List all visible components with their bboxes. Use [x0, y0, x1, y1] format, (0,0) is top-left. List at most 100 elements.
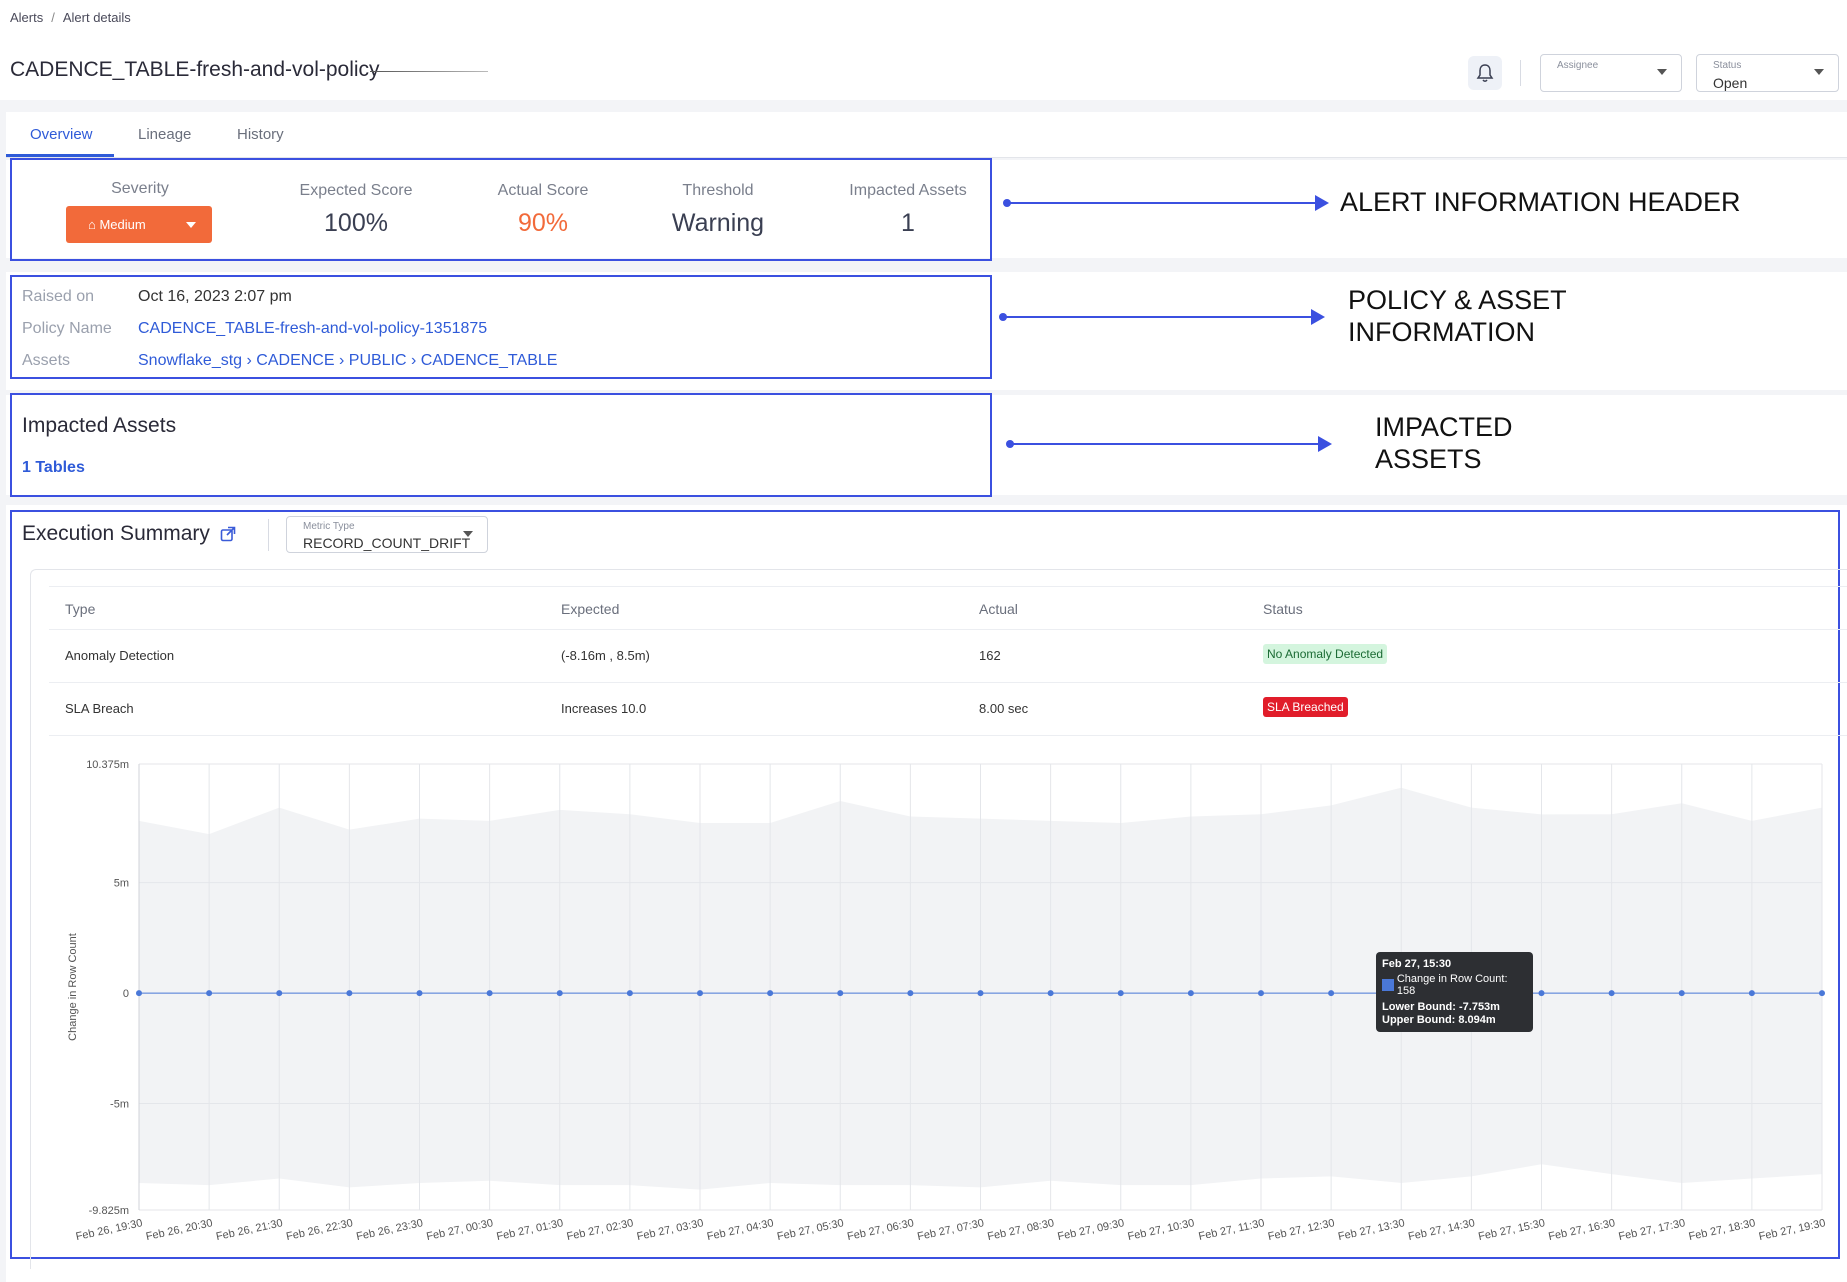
asset-link-table[interactable]: CADENCE_TABLE — [421, 352, 558, 369]
annotation-arrow-impacted — [1006, 436, 1332, 452]
table-row: SLA Breach Increases 10.0 8.00 sec SLA B… — [49, 683, 1847, 736]
x-tick-label: Feb 27, 05:30 — [776, 1217, 845, 1243]
data-point — [136, 990, 142, 997]
asset-path-separator: › — [411, 352, 417, 369]
tooltip-series-value: Change in Row Count: 158 — [1396, 973, 1508, 997]
external-link-icon[interactable] — [220, 526, 236, 547]
tab-lineage[interactable]: Lineage — [138, 126, 191, 143]
highlight-impacted-assets — [10, 393, 992, 497]
policy-name-label: Policy Name — [22, 320, 112, 337]
x-tick-label: Feb 27, 01:30 — [495, 1217, 564, 1243]
severity-dropdown[interactable]: ⌂ Medium — [66, 206, 212, 243]
row-expected: Increases 10.0 — [561, 701, 647, 716]
execution-summary-title: Execution Summary — [22, 522, 210, 545]
x-tick-label: Feb 27, 00:30 — [425, 1217, 494, 1243]
tooltip-lower-bound: Lower Bound: -7.753m — [1382, 1001, 1500, 1013]
data-point — [206, 990, 213, 997]
data-point — [1187, 990, 1194, 997]
data-point — [556, 990, 563, 997]
status-badge: SLA Breached — [1263, 697, 1348, 717]
x-tick-label: Feb 27, 07:30 — [916, 1217, 985, 1243]
x-tick-label: Feb 27, 08:30 — [986, 1217, 1055, 1243]
x-tick-label: Feb 27, 06:30 — [846, 1217, 915, 1243]
assignee-select[interactable]: Assignee — [1540, 54, 1682, 92]
table-row: Anomaly Detection (-8.16m , 8.5m) 162 No… — [49, 630, 1847, 683]
annotation-policy-line1: POLICY & ASSET — [1348, 285, 1567, 315]
tab-history[interactable]: History — [237, 126, 284, 143]
data-point — [486, 990, 493, 997]
data-point — [1538, 990, 1545, 997]
breadcrumb-alerts-link[interactable]: Alerts — [10, 10, 43, 25]
table-header-row: Type Expected Actual Status — [49, 586, 1847, 630]
metric-type-label: Metric Type — [303, 521, 355, 532]
impacted-assets-title: Impacted Assets — [22, 414, 177, 437]
metric-type-value: RECORD_COUNT_DRIFT — [303, 535, 471, 551]
tooltip-upper-bound: Upper Bound: 8.094m — [1382, 1014, 1496, 1026]
chart-tooltip: Feb 27, 15:30 Change in Row Count: 158 L… — [1376, 952, 1533, 1032]
y-tick-label: 5m — [114, 878, 129, 890]
y-tick-label: -5m — [110, 1098, 129, 1110]
data-point — [837, 990, 844, 997]
assets-label: Assets — [22, 352, 71, 369]
row-type: Anomaly Detection — [65, 648, 175, 663]
x-tick-label: Feb 27, 13:30 — [1337, 1217, 1406, 1243]
x-tick-label: Feb 26, 23:30 — [355, 1217, 424, 1243]
data-point — [1608, 990, 1615, 997]
row-actual: 8.00 sec — [979, 701, 1029, 716]
title-decoration-line — [370, 71, 488, 72]
metric-type-select[interactable]: Metric Type RECORD_COUNT_DRIFT — [286, 516, 488, 553]
x-tick-label: Feb 27, 17:30 — [1617, 1217, 1686, 1243]
impacted-assets-label: Impacted Assets — [849, 182, 967, 199]
tab-bar: Overview Lineage History — [6, 112, 1847, 158]
actual-score-value: 90% — [517, 209, 569, 237]
annotation-arrow-policy — [999, 309, 1325, 325]
active-tab-indicator — [6, 154, 114, 157]
annotation-policy-line2: INFORMATION — [1348, 317, 1535, 347]
annotation-impacted-line1: IMPACTED — [1375, 412, 1513, 442]
row-count-chart: 10.375m5m0-5m-9.825mFeb 26, 19:30 Feb 26,… — [67, 759, 1827, 1243]
x-tick-label: Feb 27, 02:30 — [566, 1217, 635, 1243]
column-header-status: Status — [1263, 601, 1303, 617]
impacted-tables-link[interactable]: 1 Tables — [22, 459, 85, 477]
data-point — [1328, 990, 1335, 997]
tooltip-title: Feb 27, 15:30 — [1382, 958, 1452, 970]
execution-divider — [268, 519, 269, 551]
x-tick-label: Feb 26, 19:30 — [75, 1217, 144, 1243]
annotation-alert-header: ALERT INFORMATION HEADER — [1340, 187, 1741, 217]
chevron-down-icon — [463, 531, 473, 537]
x-tick-label: Feb 26, 20:30 — [145, 1217, 214, 1243]
asset-link-source[interactable]: Snowflake_stg — [138, 352, 242, 369]
policy-name-link[interactable]: CADENCE_TABLE-fresh-and-vol-policy-13518… — [138, 320, 487, 338]
x-tick-label: Feb 27, 16:30 — [1547, 1217, 1616, 1243]
x-tick-label: Feb 26, 22:30 — [285, 1217, 354, 1243]
asset-link-database[interactable]: CADENCE — [256, 352, 334, 369]
raised-on-value: Oct 16, 2023 2:07 pm — [138, 288, 292, 305]
data-point — [767, 990, 774, 997]
column-header-expected: Expected — [561, 601, 620, 617]
execution-table: Type Expected Actual Status Anomaly Dete… — [49, 586, 1847, 736]
header-divider — [1520, 60, 1521, 86]
expected-score-label: Expected Score — [299, 182, 413, 199]
notification-button[interactable] — [1468, 56, 1502, 90]
y-tick-label: 10.375m — [86, 759, 129, 771]
status-label: Status — [1713, 60, 1742, 71]
asset-link-schema[interactable]: PUBLIC — [349, 352, 407, 369]
x-tick-label: Feb 27, 18:30 — [1688, 1217, 1757, 1243]
x-tick-label: Feb 27, 03:30 — [636, 1217, 705, 1243]
tooltip-series-row: Change in Row Count: 158 — [1382, 973, 1527, 997]
status-select[interactable]: Status Open — [1696, 54, 1839, 92]
row-actual: 162 — [979, 648, 1001, 663]
chevron-down-icon — [186, 222, 196, 228]
x-tick-label: Feb 27, 04:30 — [706, 1217, 775, 1243]
data-point — [1678, 990, 1685, 997]
severity-label: Severity — [111, 180, 169, 197]
tab-overview[interactable]: Overview — [30, 126, 93, 143]
raised-on-label: Raised on — [22, 288, 95, 305]
status-badge: No Anomaly Detected — [1263, 644, 1388, 664]
y-tick-label: -9.825m — [89, 1205, 129, 1217]
data-point — [697, 990, 703, 997]
series-swatch — [1382, 979, 1394, 991]
data-point — [907, 990, 914, 997]
y-axis-label: Change in Row Count — [67, 933, 79, 1041]
expected-score-value: 100% — [324, 209, 388, 237]
